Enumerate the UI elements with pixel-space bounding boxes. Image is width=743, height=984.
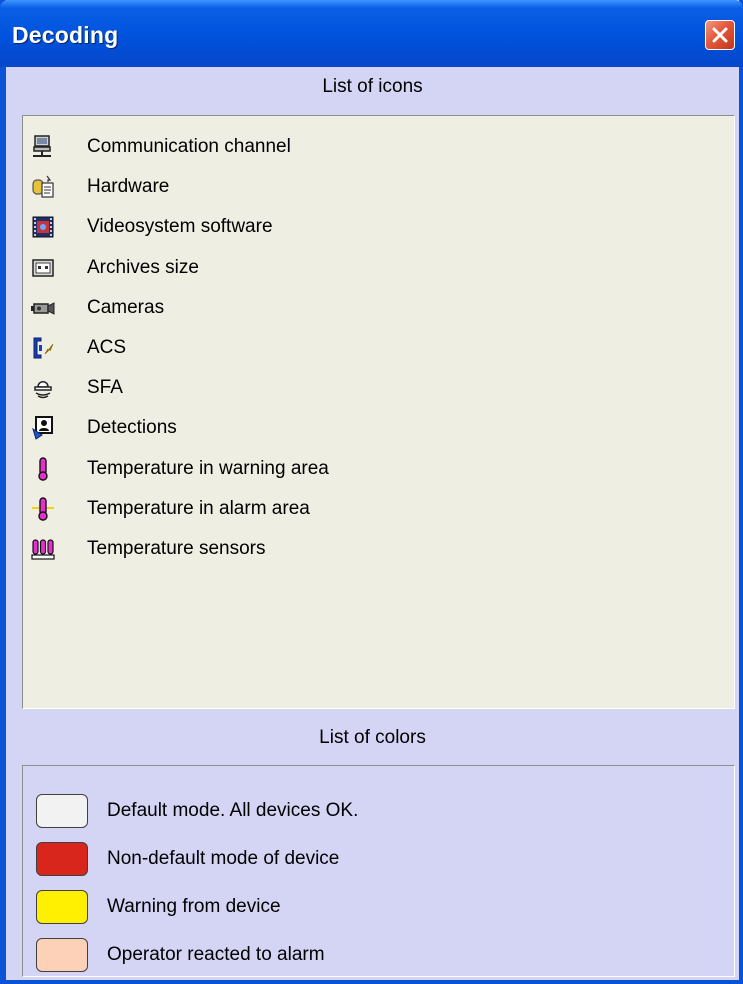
color-swatch bbox=[36, 938, 88, 972]
color-list-item-default: Default mode. All devices OK. bbox=[23, 787, 358, 835]
icon-list-item-label: SFA bbox=[87, 377, 123, 399]
icon-list-item-label: Cameras bbox=[87, 296, 165, 318]
color-list-item-label: Non-default mode of device bbox=[107, 848, 340, 869]
door-access-icon bbox=[29, 334, 57, 362]
color-swatch bbox=[36, 794, 88, 828]
icon-list-item-label: Temperature in warning area bbox=[87, 457, 329, 479]
color-list-item-label: Warning from device bbox=[107, 896, 281, 917]
icon-list-item-label: Detections bbox=[87, 417, 177, 439]
color-swatch bbox=[36, 842, 88, 876]
archive-drive-icon bbox=[29, 254, 57, 282]
color-list-item-label: Operator reacted to alarm bbox=[107, 944, 325, 965]
colors-list: Default mode. All devices OK. Non-defaul… bbox=[23, 787, 358, 979]
icon-list-item-cameras: Cameras bbox=[23, 288, 329, 328]
computer-network-icon bbox=[29, 133, 57, 161]
color-list-item-non-default: Non-default mode of device bbox=[23, 835, 358, 883]
icon-list-item-communication-channel: Communication channel bbox=[23, 127, 329, 167]
thermometer-alarm-icon bbox=[29, 495, 57, 523]
colors-section-header: List of colors bbox=[319, 727, 426, 748]
icon-list-item-label: Temperature sensors bbox=[87, 537, 266, 559]
icon-list-item-temperature-warning: Temperature in warning area bbox=[23, 449, 329, 489]
icon-list-item-label: Hardware bbox=[87, 176, 170, 198]
color-list-item-label: Default mode. All devices OK. bbox=[107, 800, 359, 821]
alarm-siren-icon bbox=[29, 374, 57, 402]
icons-list: Communication channel Hardware Videosyst… bbox=[23, 127, 329, 569]
film-reel-icon bbox=[29, 213, 57, 241]
color-list-item-warning: Warning from device bbox=[23, 883, 358, 931]
icon-list-item-acs: ACS bbox=[23, 328, 329, 368]
camera-icon bbox=[29, 294, 57, 322]
icon-list-item-temperature-sensors: Temperature sensors bbox=[23, 529, 329, 569]
icon-list-item-videosystem-software: Videosystem software bbox=[23, 207, 329, 247]
icon-list-item-label: Videosystem software bbox=[87, 216, 273, 238]
icon-list-item-detections: Detections bbox=[23, 408, 329, 448]
hardware-icon bbox=[29, 173, 57, 201]
close-icon bbox=[712, 27, 728, 43]
icon-list-item-label: Archives size bbox=[87, 256, 199, 278]
color-swatch bbox=[36, 890, 88, 924]
thermometer-warning-icon bbox=[29, 455, 57, 483]
color-list-item-operator-reacted: Operator reacted to alarm bbox=[23, 931, 358, 979]
window-title: Decoding bbox=[12, 22, 119, 48]
icon-list-item-label: Communication channel bbox=[87, 136, 291, 158]
icons-list-panel: Communication channel Hardware Videosyst… bbox=[22, 115, 735, 709]
colors-list-panel: Default mode. All devices OK. Non-defaul… bbox=[22, 765, 735, 977]
icon-list-item-label: Temperature in alarm area bbox=[87, 497, 310, 519]
decoding-window: Decoding List of icons Communication cha… bbox=[0, 0, 743, 984]
detection-shield-icon bbox=[29, 414, 57, 442]
icon-list-item-archives-size: Archives size bbox=[23, 248, 329, 288]
icons-section-header: List of icons bbox=[322, 76, 423, 97]
temperature-sensors-icon bbox=[29, 535, 57, 563]
icon-list-item-label: ACS bbox=[87, 337, 127, 359]
icon-list-item-hardware: Hardware bbox=[23, 167, 329, 207]
icon-list-item-temperature-alarm: Temperature in alarm area bbox=[23, 489, 329, 529]
icon-list-item-sfa: SFA bbox=[23, 368, 329, 408]
title-bar[interactable]: Decoding bbox=[0, 0, 743, 67]
close-button[interactable] bbox=[705, 20, 735, 50]
